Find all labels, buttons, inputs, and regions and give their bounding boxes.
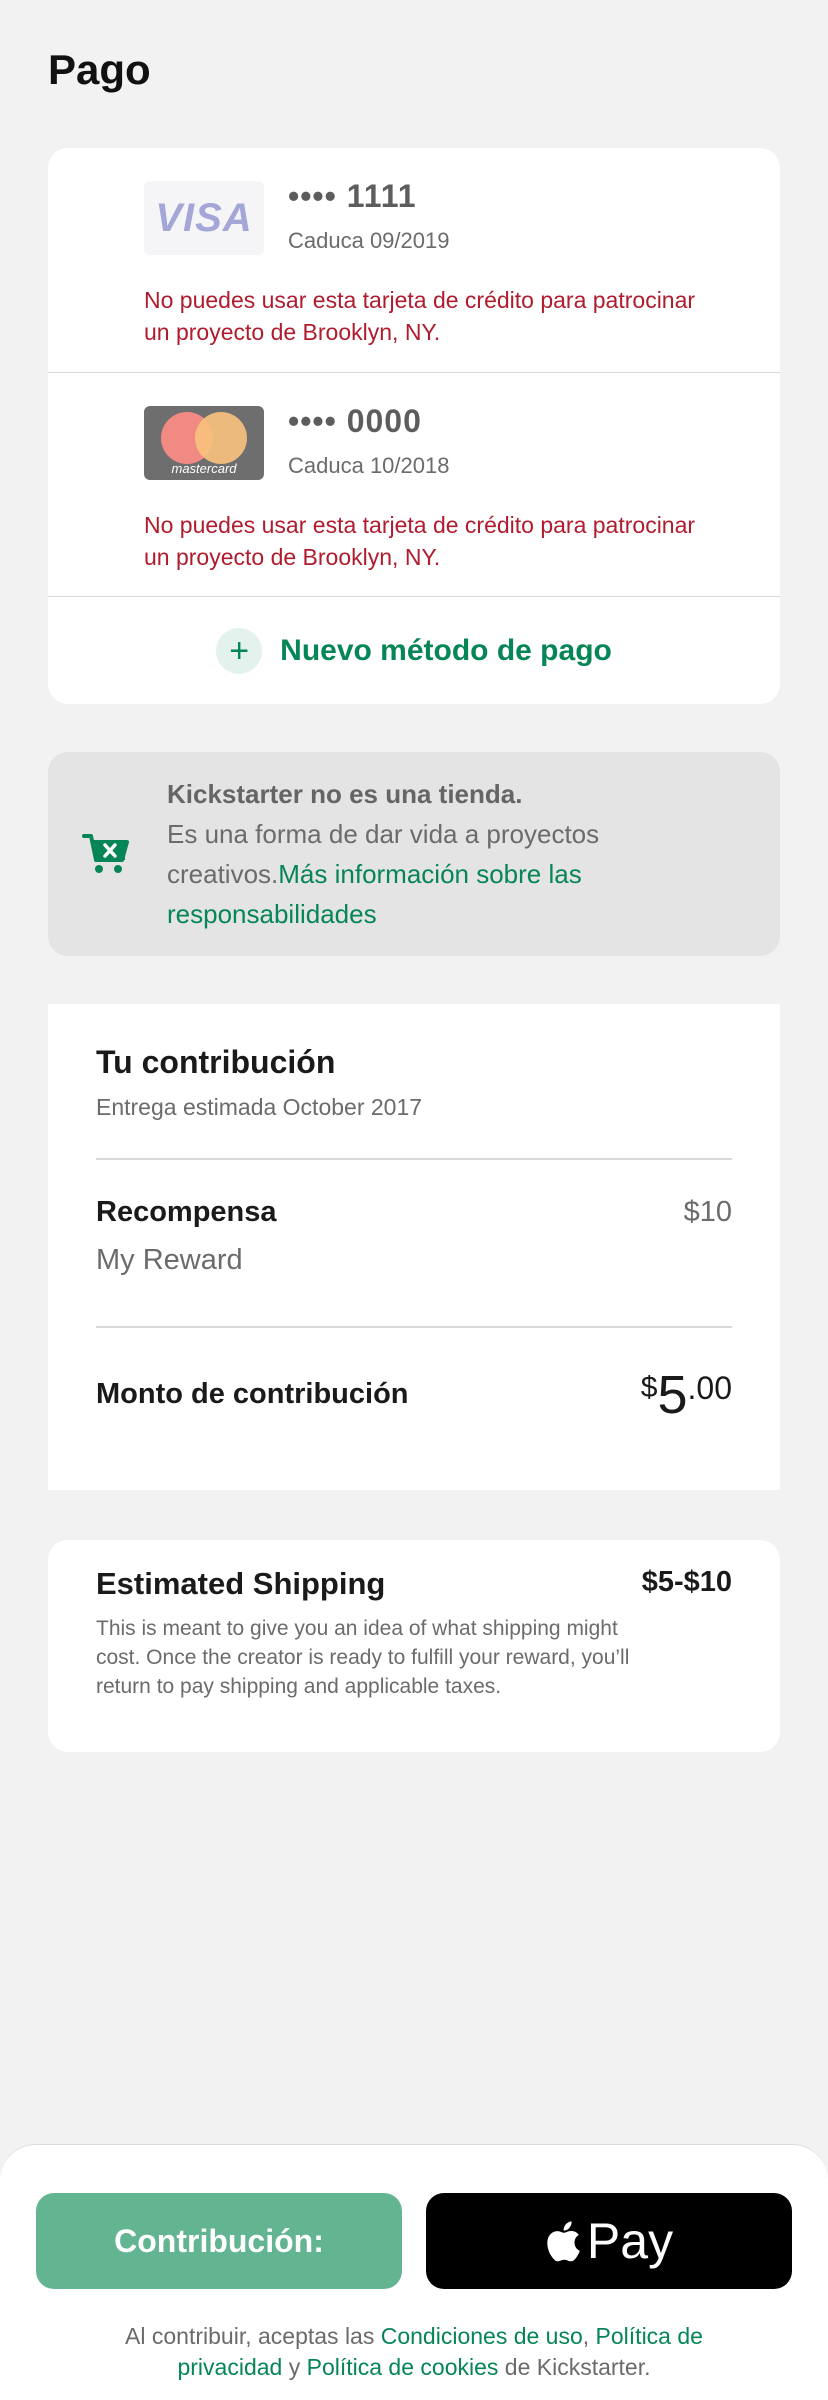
divider [96, 1158, 732, 1160]
card-number: •••• 0000 [288, 403, 422, 439]
shipping-title: Estimated Shipping [96, 1566, 386, 1601]
card-error-message: No puedes usar esta tarjeta de crédito p… [144, 512, 696, 570]
estimated-shipping-card: Estimated Shipping $5-$10 This is meant … [48, 1540, 780, 1752]
payment-methods-list: VISA •••• 1111 Caduca 09/2019 No puedes … [48, 148, 780, 704]
not-a-store-notice: Kickstarter no es una tienda. Es una for… [48, 752, 780, 956]
new-payment-method-label: Nuevo método de pago [280, 633, 612, 667]
card-expiry: Caduca 10/2018 [288, 453, 450, 478]
cart-x-icon [82, 834, 129, 873]
divider [96, 1326, 732, 1328]
new-payment-method-button[interactable]: + Nuevo método de pago [48, 596, 780, 704]
mastercard-yellow-circle [195, 412, 247, 464]
plus-icon: + [216, 627, 263, 674]
contribution-summary: Tu contribución Entrega estimada October… [48, 1004, 780, 1490]
card-number: •••• 1111 [288, 178, 417, 214]
estimated-delivery: Entrega estimada October 2017 [96, 1094, 423, 1120]
pledge-amount-label: Monto de contribución [96, 1378, 409, 1410]
pledge-button[interactable]: Contribución: [36, 2193, 402, 2289]
card-expiry: Caduca 09/2019 [288, 228, 450, 253]
card-row-visa[interactable]: VISA •••• 1111 Caduca 09/2019 No puedes … [48, 148, 780, 372]
apple-icon [547, 2221, 580, 2262]
checkout-bottom-bar: Contribución: Pay Al contribuir, aceptas… [0, 2144, 828, 2400]
reward-name: My Reward [96, 1244, 243, 1276]
card-row-mastercard[interactable]: mastercard •••• 0000 Caduca 10/2018 No p… [48, 372, 780, 596]
card-error-message: No puedes usar esta tarjeta de crédito p… [144, 287, 696, 345]
mastercard-logo: mastercard [144, 406, 264, 480]
shipping-description: This is meant to give you an idea of wha… [96, 1617, 630, 1698]
apple-pay-label: Pay [586, 2213, 674, 2269]
terms-of-use-link[interactable]: Condiciones de uso [381, 2323, 583, 2349]
pledge-amount-value: $5.00 [640, 1365, 732, 1425]
reward-label: Recompensa [96, 1196, 277, 1228]
terms-text: Al contribuir, aceptas las Condiciones d… [125, 2323, 703, 2380]
notice-title: Kickstarter no es una tienda. [167, 779, 523, 809]
apple-pay-button[interactable]: Pay [426, 2193, 792, 2289]
visa-card-logo: VISA [144, 181, 264, 255]
shipping-range: $5-$10 [641, 1566, 732, 1598]
contribution-title: Tu contribución [96, 1044, 336, 1080]
reward-price: $10 [683, 1196, 732, 1228]
page-title: Pago [48, 46, 151, 93]
cookie-policy-link[interactable]: Política de cookies [307, 2354, 499, 2380]
